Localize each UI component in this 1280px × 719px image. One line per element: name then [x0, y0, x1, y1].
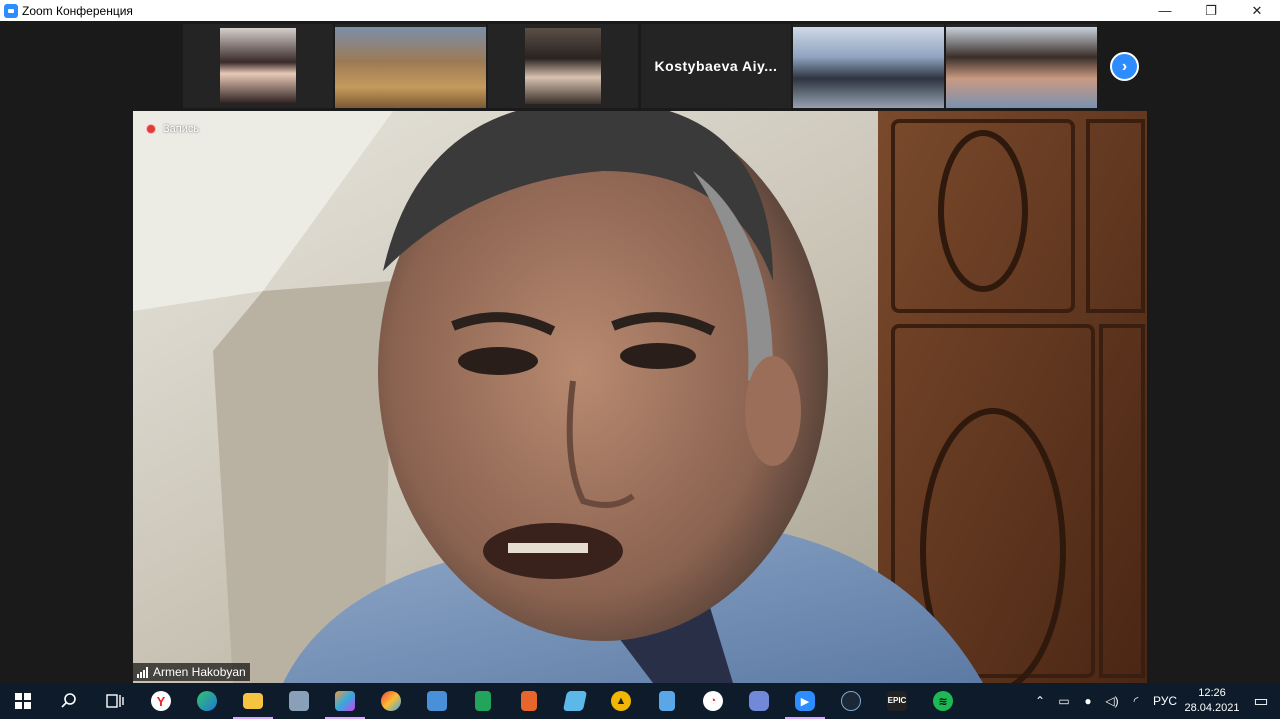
participant-video [220, 28, 296, 104]
window-controls: — ❐ ✕ [1142, 0, 1280, 21]
triangle-app-icon: ▲ [611, 691, 631, 711]
taskbar-app-discord[interactable] [736, 683, 782, 719]
restore-button[interactable]: ❐ [1188, 0, 1234, 21]
speaker-name-label: Armen Hakobyan [133, 663, 250, 681]
recording-label: Запись [163, 123, 200, 135]
clock-icon: ◔ [703, 691, 723, 711]
epic-games-icon: EPIC [887, 691, 907, 711]
taskbar-app-blue[interactable] [414, 683, 460, 719]
speaker-name: Armen Hakobyan [153, 665, 246, 679]
taskbar-app-steam[interactable] [828, 683, 874, 719]
minimize-button[interactable]: — [1142, 0, 1188, 21]
paint-icon [381, 691, 401, 711]
windows-logo-icon [15, 693, 31, 709]
taskbar-app-sheets[interactable] [460, 683, 506, 719]
document-icon [521, 691, 537, 711]
taskbar-app-docs[interactable] [506, 683, 552, 719]
taskbar-app-epic-games[interactable]: EPIC [874, 683, 920, 719]
participant-tile[interactable] [946, 24, 1097, 108]
taskbar-app-spotify[interactable]: ≋ [920, 683, 966, 719]
paint-3d-icon [335, 691, 355, 711]
language-indicator[interactable]: РУС [1148, 694, 1182, 708]
recording-indicator: Запись [146, 123, 199, 135]
signal-strength-icon [137, 666, 148, 678]
taskbar-app-zoom[interactable]: ▶ [782, 683, 828, 719]
yandex-icon: Y [151, 691, 171, 711]
clock-time: 12:26 [1198, 687, 1226, 699]
taskbar-app-clock[interactable]: ◔ [690, 683, 736, 719]
taskbar-app-photos[interactable] [276, 683, 322, 719]
window-title: Zoom Конференция [22, 3, 133, 18]
participant-tile[interactable] [335, 24, 486, 108]
chevron-right-icon: › [1121, 57, 1128, 75]
search-button[interactable] [46, 683, 92, 719]
active-speaker-video: Запись Armen Hakobyan [133, 111, 1147, 683]
discord-icon [749, 691, 769, 711]
taskbar-app-paint-3d[interactable] [322, 683, 368, 719]
cube-icon [562, 691, 588, 711]
folder-icon [243, 693, 263, 709]
zoom-icon: ▶ [795, 691, 815, 711]
taskbar-app-paint[interactable] [368, 683, 414, 719]
recording-dot-icon [146, 124, 156, 134]
taskbar-app-file-explorer[interactable] [230, 683, 276, 719]
task-view-button[interactable] [92, 683, 138, 719]
participant-name-tile[interactable]: Kostybaeva Aiy... [641, 24, 791, 108]
speaker-video-frame [133, 111, 1147, 683]
system-tray: ⌃ ▭ ● ◁) ◜ РУС 12:26 28.04.2021 ▭ [1028, 683, 1280, 719]
app-icon [427, 691, 447, 711]
edge-icon [197, 691, 217, 711]
steam-icon [841, 691, 861, 711]
search-icon [61, 693, 76, 708]
taskbar-app-calculator[interactable] [644, 683, 690, 719]
battery-icon[interactable]: ▭ [1052, 694, 1076, 708]
start-button[interactable] [0, 683, 46, 719]
participant-strip: Kostybaeva Aiy... › [0, 21, 1280, 111]
participant-video [946, 27, 1097, 108]
windows-taskbar: Y ▲ ◔ ▶ EPIC ≋ ⌃ ▭ ● ◁) ◜ РУС 12:26 28.0… [0, 683, 1280, 719]
spotify-icon: ≋ [933, 691, 953, 711]
volume-icon[interactable]: ◁) [1100, 694, 1124, 708]
participant-tile[interactable] [183, 24, 333, 108]
taskbar-app-edge[interactable] [184, 683, 230, 719]
title-bar: Zoom Конференция — ❐ ✕ [0, 0, 1280, 21]
microphone-icon[interactable]: ● [1076, 694, 1100, 708]
chevron-up-icon[interactable]: ⌃ [1028, 694, 1052, 708]
next-page-button[interactable]: › [1110, 52, 1139, 81]
zoom-app-icon [4, 3, 18, 18]
participant-video [793, 27, 944, 108]
calculator-icon [659, 691, 675, 711]
notifications-icon[interactable]: ▭ [1242, 691, 1280, 711]
participant-video [525, 28, 601, 104]
taskbar-app-triangle[interactable]: ▲ [598, 683, 644, 719]
wifi-icon[interactable]: ◜ [1124, 694, 1148, 708]
participant-video [335, 27, 486, 108]
clock-date: 28.04.2021 [1184, 702, 1240, 714]
taskbar-app-cube[interactable] [552, 683, 598, 719]
photos-icon [289, 691, 309, 711]
participant-tile[interactable] [488, 24, 638, 108]
task-view-icon [106, 694, 124, 708]
close-button[interactable]: ✕ [1234, 0, 1280, 21]
participant-tile[interactable] [793, 24, 944, 108]
sheets-icon [475, 691, 491, 711]
taskbar-app-yandex[interactable]: Y [138, 683, 184, 719]
clock[interactable]: 12:26 28.04.2021 [1182, 686, 1242, 716]
